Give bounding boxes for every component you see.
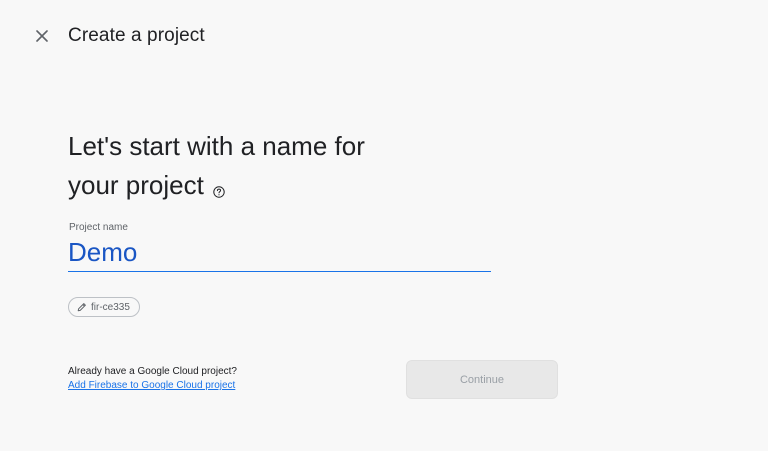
add-firebase-to-cloud-link[interactable]: Add Firebase to Google Cloud project <box>68 380 235 391</box>
headline-line-2: your project <box>68 170 204 200</box>
project-id-text: fir-ce335 <box>91 301 130 313</box>
close-icon <box>36 30 48 42</box>
headline-line-1: Let's start with a name for <box>68 131 365 161</box>
headline: Let's start with a name for your project <box>68 127 428 209</box>
pencil-icon <box>77 303 86 312</box>
page-header: Create a project <box>0 0 768 72</box>
project-name-underline <box>68 271 491 272</box>
cloud-project-question: Already have a Google Cloud project? <box>68 366 237 377</box>
project-name-label: Project name <box>69 222 128 233</box>
project-id-chip[interactable]: fir-ce335 <box>68 297 140 317</box>
close-button[interactable] <box>30 24 54 48</box>
help-icon[interactable] <box>213 170 225 209</box>
continue-button[interactable]: Continue <box>406 360 558 399</box>
page-title: Create a project <box>68 25 205 46</box>
project-name-input[interactable] <box>68 234 490 270</box>
